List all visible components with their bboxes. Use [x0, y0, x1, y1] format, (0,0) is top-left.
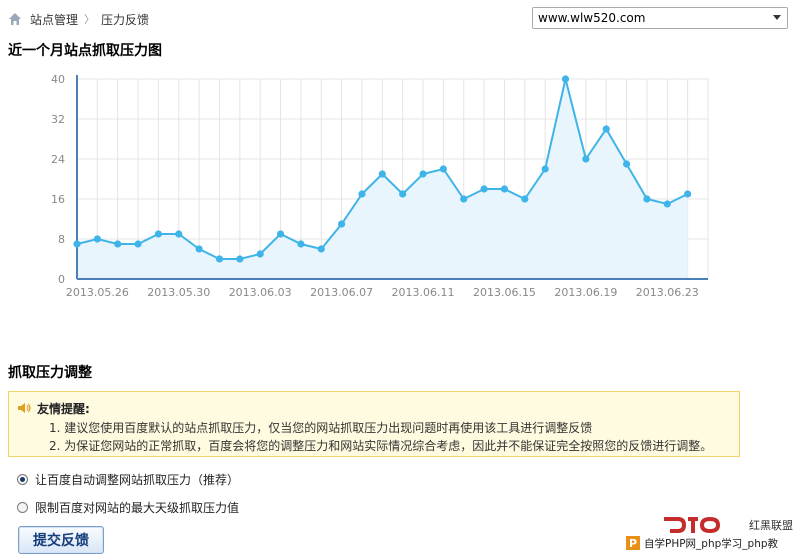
radio-auto-adjust[interactable]: 让百度自动调整网站抓取压力（推荐） — [17, 471, 239, 488]
x-tick-label: 2013.06.15 — [473, 286, 536, 299]
data-point — [297, 240, 305, 248]
y-tick-label: 40 — [51, 73, 65, 86]
data-point — [602, 125, 610, 133]
chart-section-title: 近一个月站点抓取压力图 — [8, 43, 162, 59]
data-point — [663, 200, 671, 208]
data-point — [399, 190, 407, 198]
tips-line-2: 2. 为保证您网站的正常抓取，百度会将您的调整压力和网站实际情况综合考虑，因此并… — [49, 439, 713, 453]
breadcrumb-site-management[interactable]: 站点管理 — [30, 11, 78, 28]
x-tick-label: 2013.05.30 — [147, 286, 210, 299]
y-tick-label: 0 — [58, 273, 65, 286]
x-tick-label: 2013.06.07 — [310, 286, 373, 299]
x-tick-label: 2013.06.23 — [636, 286, 699, 299]
svg-text:P: P — [629, 537, 637, 550]
tips-box: 友情提醒: 1. 建议您使用百度默认的站点抓取压力，仅当您的网站抓取压力出现问题… — [8, 391, 740, 457]
watermark-logo: 红黑联盟 P 自学PHP网_php学习_php教 — [626, 516, 793, 550]
data-point — [73, 240, 81, 248]
data-point — [317, 245, 325, 253]
data-point — [93, 235, 101, 243]
y-tick-label: 24 — [51, 153, 65, 166]
data-point — [114, 240, 122, 248]
radio-limit-pressure-control[interactable] — [17, 502, 28, 513]
breadcrumb-pressure-feedback: 压力反馈 — [101, 12, 150, 27]
x-tick-label: 2013.06.19 — [554, 286, 617, 299]
radio-auto-adjust-control[interactable] — [17, 474, 28, 485]
y-tick-label: 16 — [51, 193, 65, 206]
data-point — [439, 165, 447, 173]
data-point — [154, 230, 163, 238]
radio-limit-pressure-label: 限制百度对网站的最大天级抓取压力值 — [35, 501, 240, 515]
adjust-section-title: 抓取压力调整 — [8, 365, 92, 381]
data-point — [175, 230, 183, 238]
tips-line-1: 1. 建议您使用百度默认的站点抓取压力，仅当您的网站抓取压力出现问题时再使用该工… — [49, 421, 593, 435]
home-icon[interactable] — [8, 12, 22, 26]
x-tick-label: 2013.05.26 — [66, 286, 129, 299]
data-point — [500, 185, 509, 193]
x-tick-label: 2013.06.03 — [229, 286, 292, 299]
data-point — [561, 75, 570, 83]
data-point — [643, 195, 651, 203]
data-point — [338, 220, 346, 228]
submit-feedback-button[interactable]: 提交反馈 — [18, 526, 104, 554]
site-select[interactable]: www.wlw520.com — [532, 7, 788, 29]
data-point — [256, 250, 264, 258]
data-point — [276, 230, 285, 238]
data-point — [236, 255, 244, 263]
data-point — [684, 190, 692, 198]
chevron-down-icon — [773, 15, 781, 20]
breadcrumb-separator: 〉 — [84, 13, 96, 26]
data-point — [622, 160, 631, 168]
data-point — [460, 195, 468, 203]
tips-title: 友情提醒: — [37, 402, 90, 416]
data-point — [582, 155, 590, 163]
data-point — [541, 165, 549, 173]
radio-auto-adjust-label: 让百度自动调整网站抓取压力（推荐） — [35, 473, 240, 487]
speaker-icon — [18, 403, 31, 413]
watermark-brand: 红黑联盟 — [749, 519, 793, 532]
data-point — [378, 170, 386, 178]
watermark-text: 自学PHP网_php学习_php教 — [644, 537, 779, 550]
data-point — [195, 245, 203, 253]
radio-limit-pressure[interactable]: 限制百度对网站的最大天级抓取压力值 — [17, 499, 239, 516]
site-select-value: www.wlw520.com — [538, 11, 646, 25]
x-tick-label: 2013.06.11 — [392, 286, 455, 299]
data-point — [215, 255, 224, 263]
y-tick-label: 32 — [51, 113, 65, 126]
data-point — [134, 240, 142, 248]
data-point — [521, 195, 529, 203]
pressure-chart: 0 8 16 24 32 40 2013.05.26 2013.05.30 2013.06.03… — [51, 73, 709, 299]
breadcrumb: 站点管理 〉 压力反馈 — [8, 10, 149, 28]
y-tick-label: 8 — [58, 233, 65, 246]
data-point — [480, 185, 488, 193]
data-point — [419, 170, 427, 178]
data-point — [358, 190, 366, 198]
